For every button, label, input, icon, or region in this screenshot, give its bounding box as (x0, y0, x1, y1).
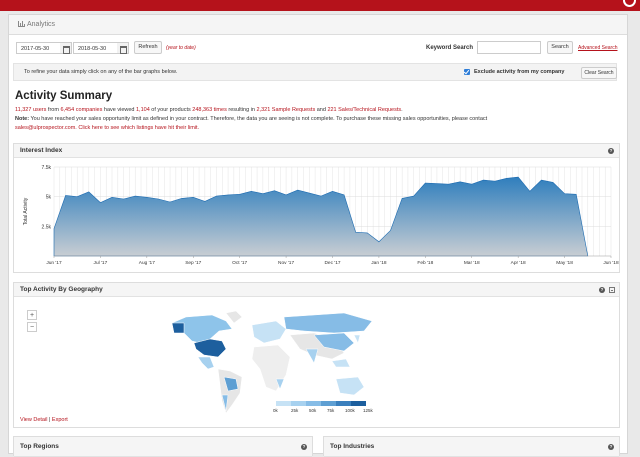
top-regions-title: Top Regions (20, 443, 59, 450)
legend-swatch (351, 401, 366, 406)
map-country-greenland[interactable] (225, 310, 243, 324)
card-header: Analytics (9, 15, 627, 35)
map-country-europe[interactable] (251, 320, 287, 344)
legend-tick-label: 50k (309, 408, 317, 413)
calendar-icon[interactable] (117, 42, 129, 54)
legend-swatch (336, 401, 351, 406)
users-count[interactable]: 11,327 users (15, 107, 46, 113)
x-tick-label: May '18 (556, 260, 573, 266)
legend-tick-label: 75k (327, 408, 335, 413)
x-tick-label: Apr '18 (511, 260, 526, 266)
search-button[interactable]: Search (547, 41, 573, 54)
summary-text: and (315, 107, 328, 113)
clear-search-button[interactable]: Clear Search (581, 67, 617, 79)
map-country-india[interactable] (305, 348, 319, 364)
x-tick-label: Feb '18 (417, 260, 433, 266)
x-tick-label: Sep '17 (185, 260, 201, 266)
geo-links: View Detail | Export (20, 417, 68, 423)
map-country-usa[interactable] (193, 338, 227, 358)
legend-tick-label: 0k (273, 408, 278, 413)
legend-tick-label: 125k (363, 408, 373, 413)
sales-requests-link[interactable]: 221 Sales/Technical Requests (327, 107, 401, 113)
map-legend: 0k 25k 50k 75k 100k 125k (273, 401, 373, 415)
x-tick-label: Nov '17 (278, 260, 294, 266)
export-link[interactable]: Export (52, 417, 68, 423)
sample-requests-link[interactable]: 2,321 Sample Requests (256, 107, 315, 113)
x-tick-label: Mar '18 (464, 260, 480, 266)
legend-swatch (306, 401, 321, 406)
notice-bar: To refine your data simply click on any … (13, 63, 617, 81)
map-country-alaska[interactable] (171, 322, 185, 334)
y-tick-label: 7.5k (42, 165, 52, 171)
map-country-australia[interactable] (335, 376, 365, 396)
exclude-company-label: Exclude activity from my company (474, 69, 565, 75)
top-regions-panel: Top Regions ? (13, 436, 313, 457)
end-date-input[interactable]: 2018-05-30 (73, 42, 119, 54)
calendar-icon[interactable] (60, 42, 72, 54)
note-text: You have reached your sales opportunity … (29, 116, 488, 122)
x-tick-label: Jun '17 (46, 260, 62, 266)
x-tick-label: Dec '17 (324, 260, 340, 266)
x-tick-label: Oct '17 (232, 260, 247, 266)
summary-text: of your products (149, 107, 193, 113)
map-country-southeast-asia[interactable] (331, 358, 351, 368)
note-line: Note: You have reached your sales opport… (15, 115, 615, 123)
help-icon[interactable]: ? (301, 444, 307, 450)
legend-tick-label: 100k (345, 408, 355, 413)
interest-index-chart[interactable]: 2.5k 5k 7.5k Total Activity Jun '17 Jul '17 Au… (14, 159, 619, 273)
y-tick-label: 2.5k (42, 224, 52, 230)
map-country-russia[interactable] (283, 312, 373, 334)
map-country-south-america[interactable] (217, 368, 243, 414)
summary-line: 11,327 users from 6,454 companies have v… (15, 106, 615, 114)
y-tick-label: 5k (46, 195, 52, 201)
bar-chart-icon (18, 21, 25, 27)
year-to-date-link[interactable]: (year to date) (166, 45, 196, 51)
panel-header: Top Regions ? (14, 437, 312, 457)
summary-text: from (46, 107, 61, 113)
view-detail-link[interactable]: View Detail (20, 417, 47, 423)
top-bar (0, 0, 640, 11)
products-count[interactable]: 1,104 (136, 107, 150, 113)
x-tick-label: Jan '18 (371, 260, 387, 266)
logo-icon[interactable] (623, 0, 636, 7)
map-country-japan[interactable] (353, 334, 361, 344)
contact-link[interactable]: sales@ulprospector.com. Click here to se… (15, 125, 199, 131)
interest-index-panel: Interest Index ? 2.5k 5k 7.5k Total Activit… (13, 143, 620, 273)
note-label: Note: (15, 116, 30, 122)
panel-header: Top Industries ? (324, 437, 619, 457)
keyword-search-input[interactable] (477, 41, 541, 54)
page-title: Analytics (27, 21, 56, 28)
link-separator: | (48, 417, 51, 423)
map-country-mexico[interactable] (197, 356, 215, 370)
refresh-button[interactable]: Refresh (134, 41, 162, 54)
geography-panel: Top Activity By Geography ? + − 0k 25k 50k… (13, 282, 620, 428)
legend-tick-label: 25k (291, 408, 299, 413)
help-icon[interactable]: ? (608, 444, 614, 450)
legend-swatch (276, 401, 291, 406)
contact-line: sales@ulprospector.com. Click here to se… (15, 124, 615, 132)
times-count[interactable]: 248,363 times (192, 107, 227, 113)
start-date-input[interactable]: 2017-05-30 (16, 42, 62, 54)
help-icon[interactable]: ? (608, 148, 614, 154)
x-tick-label: Jul '17 (94, 260, 108, 266)
companies-count[interactable]: 6,454 companies (60, 107, 102, 113)
top-industries-panel: Top Industries ? (323, 436, 620, 457)
summary-text: . (401, 107, 403, 113)
advanced-search-link[interactable]: Advanced Search (578, 45, 617, 51)
x-tick-label: Jun '18 (603, 260, 619, 266)
panel-header: Interest Index ? (14, 144, 619, 158)
map-country-africa[interactable] (251, 344, 291, 392)
x-tick-label: Aug '17 (139, 260, 155, 266)
legend-swatch (291, 401, 306, 406)
summary-text: resulting in (226, 107, 257, 113)
notice-text: To refine your data simply click on any … (24, 69, 178, 75)
y-axis-label: Total Activity (23, 197, 29, 225)
keyword-search-label: Keyword Search (426, 45, 474, 51)
exclude-company-checkbox[interactable] (464, 69, 470, 75)
top-industries-title: Top Industries (330, 443, 375, 450)
interest-index-title: Interest Index (20, 147, 63, 154)
legend-swatch (321, 401, 336, 406)
summary-text: have viewed (102, 107, 136, 113)
activity-summary-title: Activity Summary (15, 90, 113, 102)
